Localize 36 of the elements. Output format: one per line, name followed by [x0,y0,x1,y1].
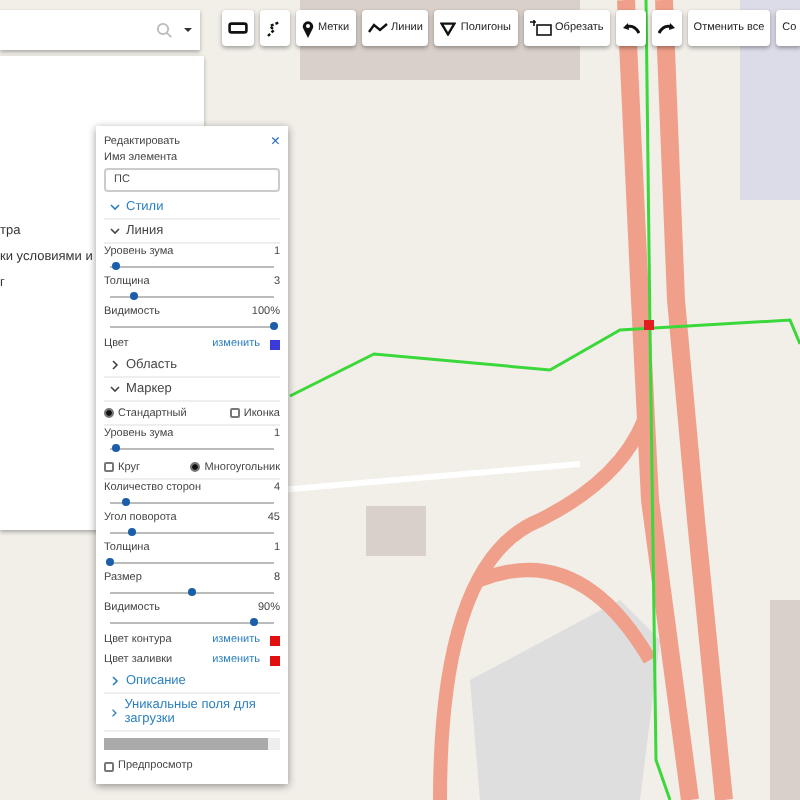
slider-thumb[interactable] [130,292,139,300]
triangle-icon [440,21,457,35]
chevron-right-icon [110,360,120,370]
chevron-down-icon [110,226,120,236]
frame-icon [228,22,248,34]
slider-thumb[interactable] [122,498,131,506]
slider-thumb[interactable] [270,322,278,330]
close-button[interactable]: × [270,134,280,150]
toolbar-button[interactable] [615,10,646,46]
chevron-down-icon [110,202,120,212]
marker-square [644,320,654,330]
caret-icon[interactable] [184,28,192,32]
building-shape [366,506,426,556]
route-icon [266,19,284,37]
color-swatch[interactable] [270,635,280,645]
redo-icon [657,22,676,34]
slider-thumb[interactable] [112,262,121,270]
slider-thumb[interactable] [188,588,196,596]
toolbar-button[interactable] [260,10,290,46]
slider-thumb[interactable] [112,444,121,452]
search-icon [156,22,172,38]
chevron-down-icon [110,384,120,394]
undo-icon [621,22,640,34]
slider-thumb[interactable] [250,618,259,626]
slider-thumb[interactable] [128,528,137,536]
toolbar-button[interactable] [222,10,254,46]
chevron-right-icon [110,676,120,686]
slider-thumb[interactable] [106,558,114,566]
color-swatch[interactable] [270,655,280,665]
pin-icon [302,19,314,37]
polyline-icon [367,22,388,34]
crop-icon [529,20,552,36]
color-swatch[interactable] [270,339,280,349]
search-field[interactable] [0,10,200,50]
chevron-right-icon [110,707,119,717]
toolbar-button[interactable] [651,10,682,46]
